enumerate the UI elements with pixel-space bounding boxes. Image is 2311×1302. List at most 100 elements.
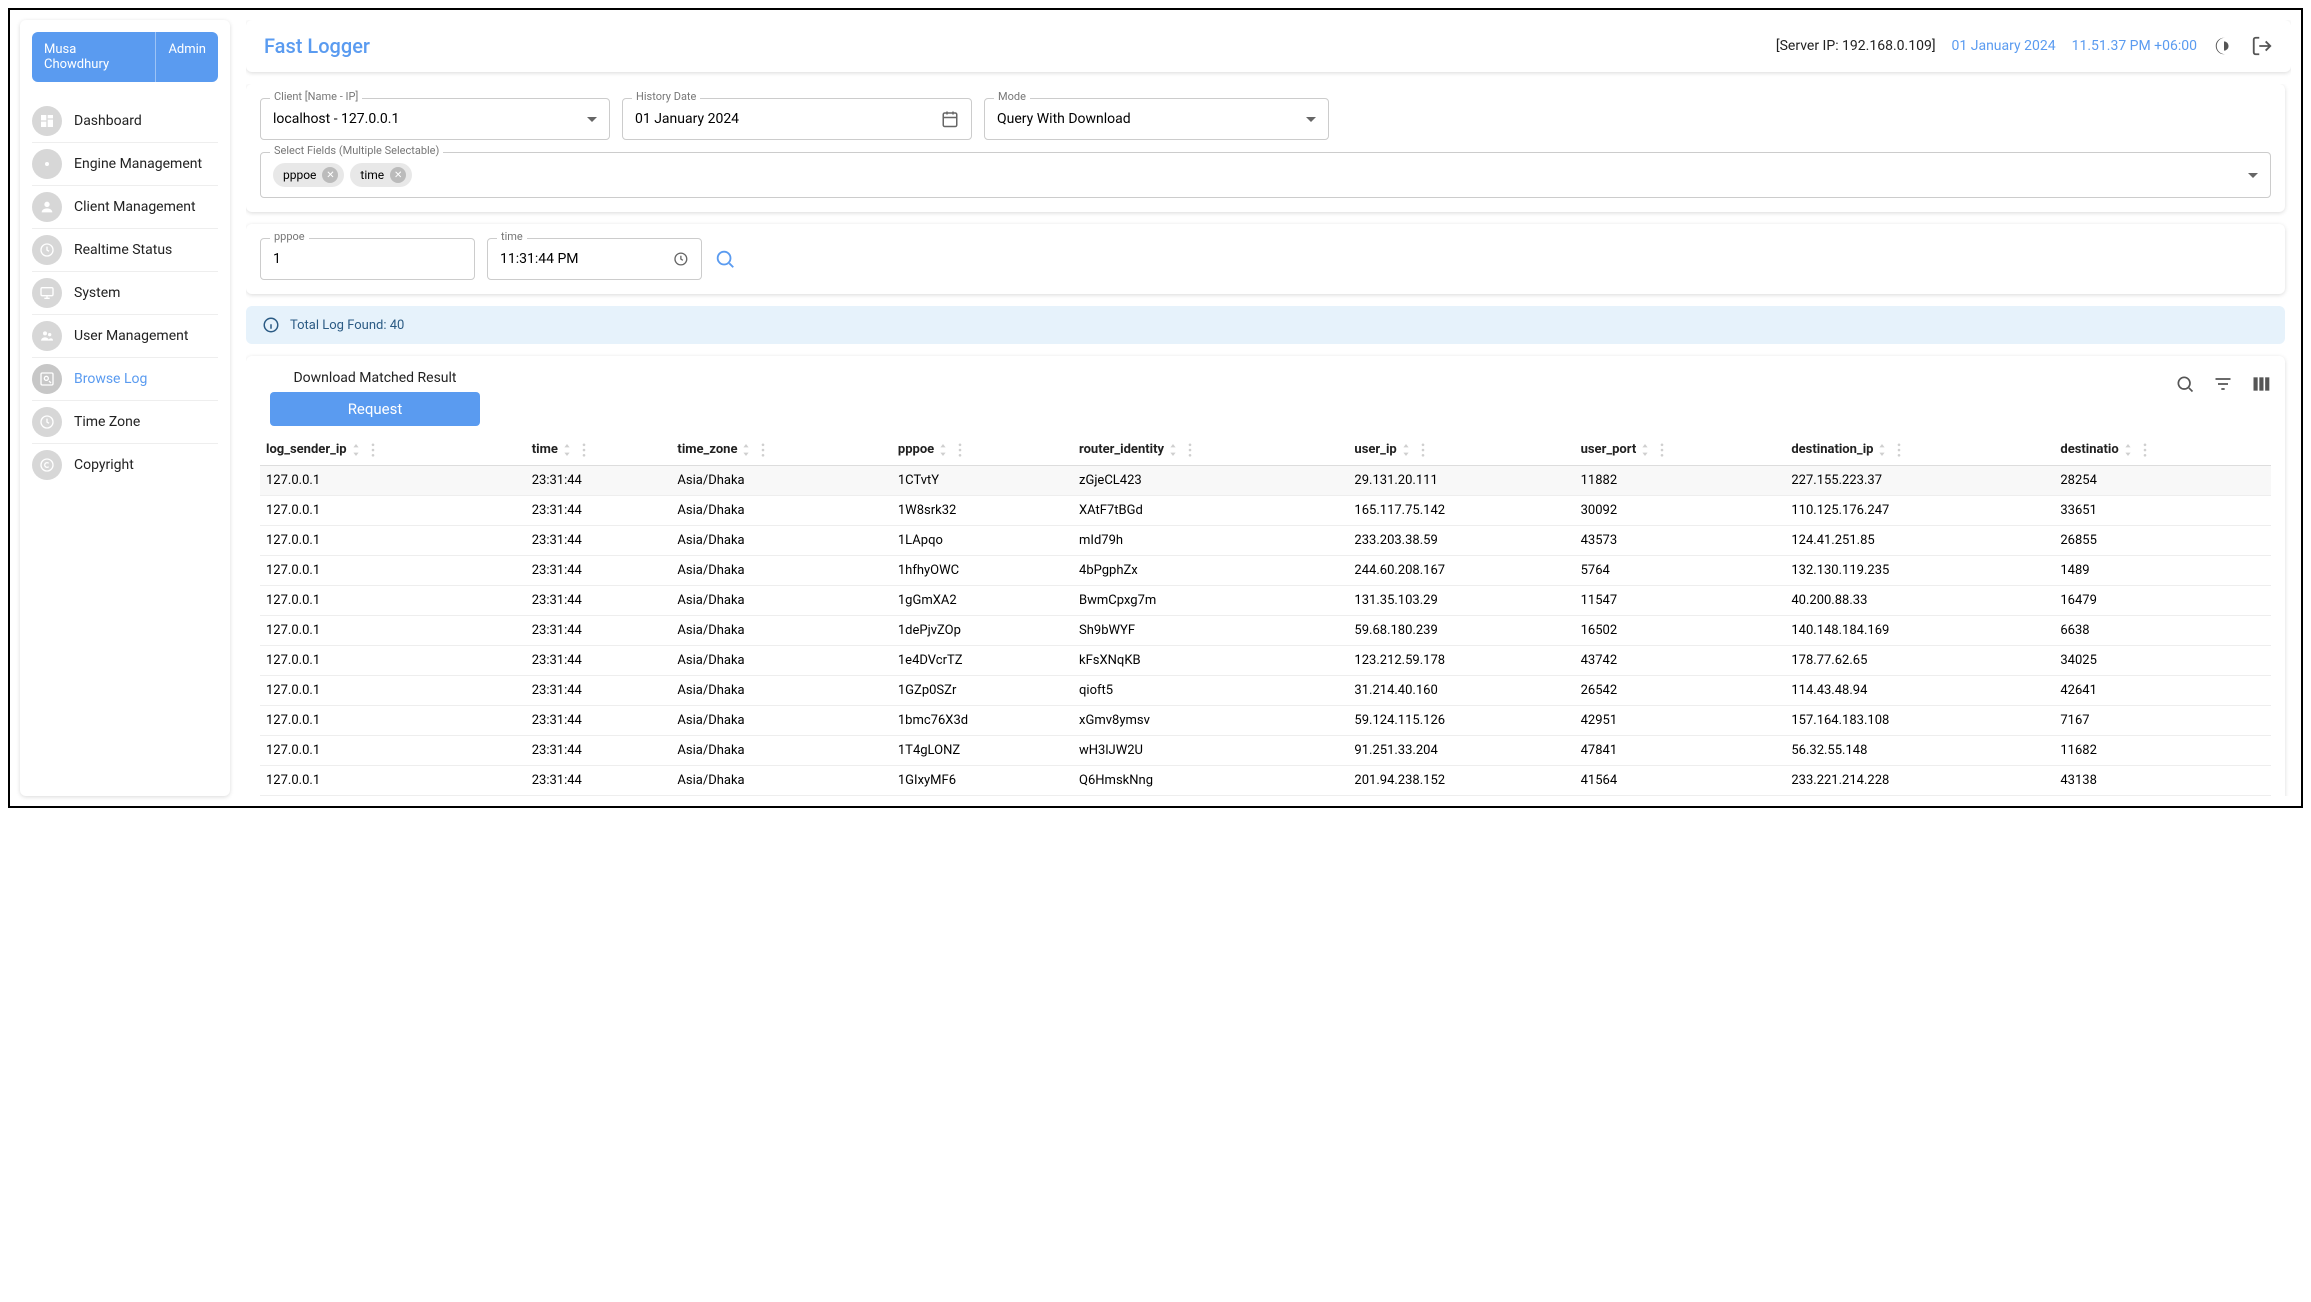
table-cell: Asia/Dhaka	[671, 736, 891, 766]
table-cell: 16479	[2054, 586, 2271, 616]
chip-pppoe: pppoe✕	[273, 163, 344, 187]
user-name: Musa Chowdhury	[32, 32, 155, 82]
table-row[interactable]: 127.0.0.123:31:44Asia/Dhaka1dePjvZOpSh9b…	[260, 616, 2271, 646]
column-log_sender_ip[interactable]: log_sender_ip	[260, 434, 526, 466]
table-cell: 1CTvtY	[892, 466, 1073, 496]
table-cell: 127.0.0.1	[260, 616, 526, 646]
table-cell: 140.148.184.169	[1785, 616, 2054, 646]
request-button[interactable]: Request	[270, 392, 480, 426]
table-cell: 43573	[1575, 526, 1786, 556]
theme-toggle-icon[interactable]	[2213, 35, 2235, 57]
column-user_port[interactable]: user_port	[1575, 434, 1786, 466]
table-cell: 233.221.214.228	[1785, 766, 2054, 796]
table-cell: 227.155.223.37	[1785, 466, 2054, 496]
mode-select[interactable]: Mode Query With Download	[984, 98, 1329, 140]
table-body: 127.0.0.123:31:44Asia/Dhaka1CTvtYzGjeCL4…	[260, 466, 2271, 797]
column-pppoe[interactable]: pppoe	[892, 434, 1073, 466]
table-cell: 43742	[1575, 646, 1786, 676]
user-chip: Musa Chowdhury Admin	[32, 32, 218, 82]
sidebar-item-realtime[interactable]: Realtime Status	[32, 228, 218, 271]
table-row[interactable]: 127.0.0.123:31:44Asia/Dhaka1hfhyOWC4bPgp…	[260, 556, 2271, 586]
calendar-icon	[941, 110, 959, 128]
table-cell: 34025	[2054, 646, 2271, 676]
time-input-field[interactable]: time	[487, 238, 702, 280]
table-row[interactable]: 127.0.0.123:31:44Asia/Dhaka1W8srk32XAtF7…	[260, 496, 2271, 526]
table-cell: 3.3.153.64	[1348, 796, 1574, 797]
table-cell: 127.0.0.1	[260, 646, 526, 676]
client-select[interactable]: Client [Name - IP] localhost - 127.0.0.1	[260, 98, 610, 140]
column-destinatio[interactable]: destinatio	[2054, 434, 2271, 466]
table-cell: Asia/Dhaka	[671, 676, 891, 706]
mode-value: Query With Download	[997, 111, 1131, 127]
time-input[interactable]	[500, 251, 665, 267]
table-cell: 1W8srk32	[892, 496, 1073, 526]
chip-remove-icon[interactable]: ✕	[390, 167, 406, 183]
sidebar-item-engine[interactable]: Engine Management	[32, 142, 218, 185]
client-value: localhost - 127.0.0.1	[273, 111, 399, 127]
table-cell: 127.0.0.1	[260, 736, 526, 766]
date-value: 01 January 2024	[635, 111, 739, 127]
column-router_identity[interactable]: router_identity	[1073, 434, 1348, 466]
column-user_ip[interactable]: user_ip	[1348, 434, 1574, 466]
table-cell: 124.41.251.85	[1785, 526, 2054, 556]
table-row[interactable]: 127.0.0.123:31:44Asia/Dhaka1LApqomId79h2…	[260, 526, 2271, 556]
header-date: 01 January 2024	[1952, 38, 2056, 54]
columns-icon[interactable]	[2251, 374, 2271, 394]
column-destination_ip[interactable]: destination_ip	[1785, 434, 2054, 466]
sidebar-item-browselog[interactable]: Browse Log	[32, 357, 218, 400]
table-cell: 43138	[2054, 766, 2271, 796]
table-cell: 14783	[1575, 796, 1786, 797]
table-cell: 23:31:44	[526, 706, 672, 736]
table-cell: 123.212.59.178	[1348, 646, 1574, 676]
table-cell: 4bPgphZx	[1073, 556, 1348, 586]
table-row[interactable]: 127.0.0.123:31:44Asia/Dhaka1bmc76X3dxGmv…	[260, 706, 2271, 736]
column-time_zone[interactable]: time_zone	[671, 434, 891, 466]
table-cell: 23:31:44	[526, 676, 672, 706]
nav-label: Dashboard	[74, 113, 142, 129]
table-cell: 41564	[1575, 766, 1786, 796]
table-cell: 42641	[2054, 676, 2271, 706]
table-cell: Asia/Dhaka	[671, 796, 891, 797]
table-cell: 33651	[2054, 496, 2271, 526]
table-cell: 23:31:44	[526, 646, 672, 676]
table-cell: 91.251.33.204	[1348, 736, 1574, 766]
history-date-input[interactable]: History Date 01 January 2024	[622, 98, 972, 140]
sidebar-item-usermgmt[interactable]: User Management	[32, 314, 218, 357]
table-cell: 23:31:44	[526, 766, 672, 796]
multi-select-fields[interactable]: Select Fields (Multiple Selectable) pppo…	[260, 152, 2271, 198]
search-button[interactable]	[714, 248, 736, 270]
table-cell: 165.117.75.142	[1348, 496, 1574, 526]
pppoe-input[interactable]	[273, 251, 462, 267]
table-search-icon[interactable]	[2175, 374, 2195, 394]
sidebar-item-copyright[interactable]: Copyright	[32, 443, 218, 486]
pppoe-input-field[interactable]: pppoe	[260, 238, 475, 280]
sidebar-item-dashboard[interactable]: Dashboard	[32, 100, 218, 142]
logout-icon[interactable]	[2251, 35, 2273, 57]
table-row[interactable]: 127.0.0.123:31:44Asia/Dhaka1gGmXA2BwmCpx…	[260, 586, 2271, 616]
table-cell: 233.203.38.59	[1348, 526, 1574, 556]
sidebar-item-system[interactable]: System	[32, 271, 218, 314]
table-row[interactable]: 127.0.0.123:31:44Asia/Dhaka1GIxyMF6Q6Hms…	[260, 766, 2271, 796]
table-cell: 47841	[1575, 736, 1786, 766]
log-table: log_sender_iptimetime_zonepppoerouter_id…	[260, 434, 2271, 796]
chip-time: time✕	[350, 163, 412, 187]
clock-icon	[673, 250, 689, 268]
filter-icon[interactable]	[2213, 374, 2233, 394]
sidebar-item-client[interactable]: Client Management	[32, 185, 218, 228]
table-cell: 1bmc76X3d	[892, 706, 1073, 736]
table-row[interactable]: 127.0.0.123:31:44Asia/Dhaka1i1IUuJB6gJLv…	[260, 796, 2271, 797]
table-row[interactable]: 127.0.0.123:31:44Asia/Dhaka1CTvtYzGjeCL4…	[260, 466, 2271, 496]
table-cell: 127.0.0.1	[260, 526, 526, 556]
table-cell: 29.131.20.111	[1348, 466, 1574, 496]
table-cell: 1dePjvZOp	[892, 616, 1073, 646]
table-row[interactable]: 127.0.0.123:31:44Asia/Dhaka1e4DVcrTZkFsX…	[260, 646, 2271, 676]
download-label: Download Matched Result	[293, 370, 456, 386]
table-row[interactable]: 127.0.0.123:31:44Asia/Dhaka1GZp0SZrqioft…	[260, 676, 2271, 706]
chip-remove-icon[interactable]: ✕	[322, 167, 338, 183]
content-scroll[interactable]: Client [Name - IP] localhost - 127.0.0.1…	[246, 84, 2291, 796]
table-row[interactable]: 127.0.0.123:31:44Asia/Dhaka1T4gLONZwH3lJ…	[260, 736, 2271, 766]
column-time[interactable]: time	[526, 434, 672, 466]
table-cell: mId79h	[1073, 526, 1348, 556]
sidebar-item-timezone[interactable]: Time Zone	[32, 400, 218, 443]
nav-label: Engine Management	[74, 156, 202, 172]
